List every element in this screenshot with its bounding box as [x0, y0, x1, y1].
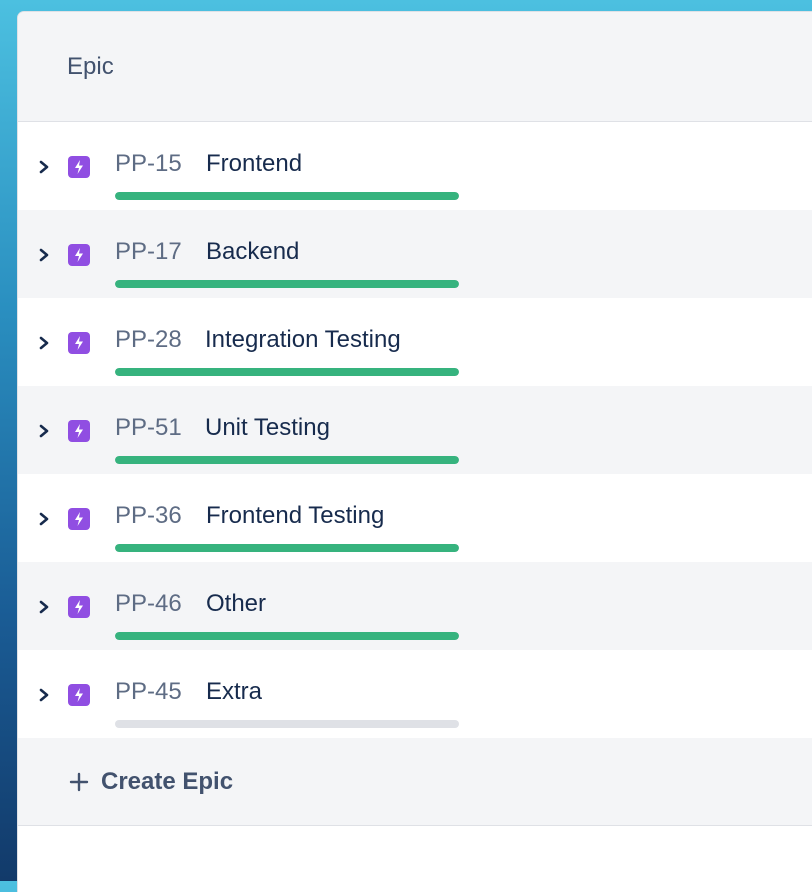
epic-lightning-icon [68, 332, 90, 354]
epic-summary[interactable]: Unit Testing [205, 414, 330, 442]
epic-lightning-icon [68, 420, 90, 442]
epic-panel: Epic PP-15 Frontend PP-17 Backend PP-28 … [18, 12, 812, 892]
epic-summary[interactable]: Other [206, 590, 266, 618]
epic-lightning-icon [68, 244, 90, 266]
chevron-right-icon[interactable] [36, 596, 52, 618]
epic-progress-bar [115, 720, 459, 728]
epic-progress-bar [115, 192, 459, 200]
epic-row[interactable]: PP-46 Other [18, 562, 812, 650]
epic-key[interactable]: PP-15 [115, 150, 182, 178]
chevron-right-icon[interactable] [36, 420, 52, 442]
epic-row[interactable]: PP-45 Extra [18, 650, 812, 738]
chevron-right-icon[interactable] [36, 332, 52, 354]
epic-progress-bar [115, 280, 459, 288]
epic-lightning-icon [68, 596, 90, 618]
epic-summary[interactable]: Frontend [206, 150, 302, 178]
create-epic-button[interactable]: Create Epic [18, 738, 812, 826]
epic-key[interactable]: PP-45 [115, 678, 182, 706]
column-title: Epic [67, 52, 114, 80]
chevron-right-icon[interactable] [36, 508, 52, 530]
epic-lightning-icon [68, 156, 90, 178]
epic-row[interactable]: PP-28 Integration Testing [18, 298, 812, 386]
epic-summary[interactable]: Integration Testing [205, 326, 401, 354]
epic-key[interactable]: PP-28 [115, 326, 182, 354]
epic-row[interactable]: PP-36 Frontend Testing [18, 474, 812, 562]
epic-summary[interactable]: Backend [206, 238, 299, 266]
epic-key[interactable]: PP-51 [115, 414, 182, 442]
chevron-right-icon[interactable] [36, 244, 52, 266]
epic-row[interactable]: PP-15 Frontend [18, 122, 812, 210]
chevron-right-icon[interactable] [36, 156, 52, 178]
epic-row[interactable]: PP-51 Unit Testing [18, 386, 812, 474]
epic-column-header: Epic [18, 12, 812, 122]
epic-summary[interactable]: Extra [206, 678, 262, 706]
epic-progress-bar [115, 368, 459, 376]
plus-icon [69, 772, 89, 791]
epic-list: PP-15 Frontend PP-17 Backend PP-28 Integ… [18, 122, 812, 738]
epic-progress-bar [115, 456, 459, 464]
epic-key[interactable]: PP-46 [115, 590, 182, 618]
epic-progress-bar [115, 544, 459, 552]
epic-lightning-icon [68, 684, 90, 706]
epic-lightning-icon [68, 508, 90, 530]
epic-summary[interactable]: Frontend Testing [206, 502, 384, 530]
epic-key[interactable]: PP-36 [115, 502, 182, 530]
create-epic-label: Create Epic [101, 767, 234, 795]
epic-progress-bar [115, 632, 459, 640]
epic-row[interactable]: PP-17 Backend [18, 210, 812, 298]
epic-key[interactable]: PP-17 [115, 238, 182, 266]
chevron-right-icon[interactable] [36, 684, 52, 706]
